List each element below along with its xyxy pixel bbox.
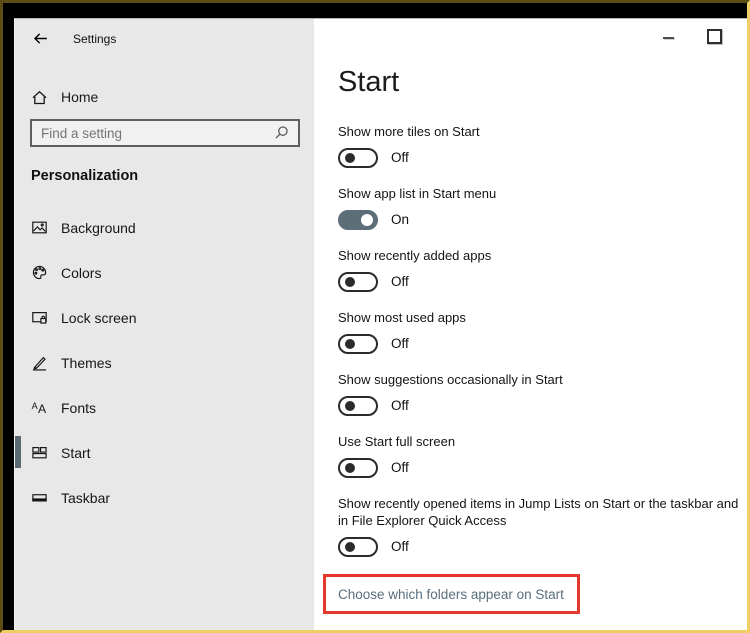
sidebar-item-home[interactable]: Home	[31, 80, 98, 114]
svg-text:A: A	[32, 401, 38, 411]
toggle-show-recently-opened-items-in-jump-lists[interactable]	[338, 537, 378, 557]
sidebar-item-themes[interactable]: Themes	[15, 340, 314, 385]
setting-row: Show most used apps Off	[338, 309, 739, 354]
toggle-knob	[345, 339, 355, 349]
toggle-use-start-full-screen[interactable]	[338, 458, 378, 478]
maximize-button[interactable]	[707, 29, 722, 44]
sidebar-item-start[interactable]: Start	[15, 430, 314, 475]
toggle-knob	[361, 214, 373, 226]
search-icon	[273, 125, 290, 142]
search-input[interactable]	[32, 126, 273, 141]
colors-palette-icon	[31, 264, 48, 281]
toggle-show-app-list-in-start-menu[interactable]	[338, 210, 378, 230]
setting-row: Show more tiles on Start Off	[338, 123, 739, 168]
setting-label: Show more tiles on Start	[338, 123, 739, 140]
toggle-show-recently-added-apps[interactable]	[338, 272, 378, 292]
sidebar-item-background[interactable]: Background	[15, 205, 314, 250]
setting-row: Show app list in Start menu On	[338, 185, 739, 230]
toggle-knob	[345, 277, 355, 287]
settings-list: Show more tiles on Start Off Show app li…	[338, 123, 739, 557]
setting-label: Use Start full screen	[338, 433, 739, 450]
toggle-knob	[345, 401, 355, 411]
fonts-icon: AA	[31, 399, 48, 416]
lock-screen-icon	[31, 309, 48, 326]
sidebar-item-fonts[interactable]: AA Fonts	[15, 385, 314, 430]
section-title: Personalization	[31, 168, 138, 184]
background-image-icon	[31, 219, 48, 236]
setting-label: Show suggestions occasionally in Start	[338, 371, 739, 388]
toggle-show-more-tiles-on-start[interactable]	[338, 148, 378, 168]
toggle-state-label: On	[391, 212, 409, 227]
toggle-state-label: Off	[391, 539, 409, 554]
toggle-show-most-used-apps[interactable]	[338, 334, 378, 354]
back-button[interactable]	[30, 28, 50, 48]
screenshot-frame: Settings Home	[0, 0, 750, 633]
sidebar-nav: Background Colors Lock screen Themes	[15, 205, 314, 520]
sidebar: Settings Home	[15, 19, 314, 630]
themes-brush-icon	[31, 354, 48, 371]
start-tiles-icon	[31, 444, 48, 461]
setting-row: Show suggestions occasionally in Start O…	[338, 371, 739, 416]
main-content: Start Show more tiles on Start Off Show …	[314, 19, 747, 630]
choose-folders-link[interactable]: Choose which folders appear on Start	[326, 587, 564, 602]
search-box[interactable]	[30, 119, 300, 147]
sidebar-item-label: Home	[61, 89, 98, 105]
toggle-state-label: Off	[391, 150, 409, 165]
sidebar-item-colors[interactable]: Colors	[15, 250, 314, 295]
sidebar-item-taskbar[interactable]: Taskbar	[15, 475, 314, 520]
setting-label: Show recently opened items in Jump Lists…	[338, 495, 739, 529]
toggle-state-label: Off	[391, 398, 409, 413]
app-title: Settings	[73, 32, 116, 46]
setting-label: Show recently added apps	[338, 247, 739, 264]
settings-window: Settings Home	[14, 18, 747, 630]
setting-row: Use Start full screen Off	[338, 433, 739, 478]
setting-row: Show recently added apps Off	[338, 247, 739, 292]
toggle-knob	[345, 542, 355, 552]
back-arrow-icon	[32, 30, 49, 47]
setting-label: Show app list in Start menu	[338, 185, 739, 202]
toggle-state-label: Off	[391, 460, 409, 475]
toggle-show-suggestions-occasionally-in-start[interactable]	[338, 396, 378, 416]
minimize-button[interactable]	[663, 37, 674, 39]
home-icon	[31, 89, 48, 106]
setting-label: Show most used apps	[338, 309, 739, 326]
page-title: Start	[338, 65, 739, 99]
taskbar-icon	[31, 489, 48, 506]
toggle-state-label: Off	[391, 274, 409, 289]
toggle-state-label: Off	[391, 336, 409, 351]
sidebar-item-lock-screen[interactable]: Lock screen	[15, 295, 314, 340]
setting-row: Show recently opened items in Jump Lists…	[338, 495, 739, 557]
toggle-knob	[345, 463, 355, 473]
red-highlight-box: Choose which folders appear on Start	[323, 574, 580, 614]
svg-text:A: A	[38, 402, 47, 416]
toggle-knob	[345, 153, 355, 163]
